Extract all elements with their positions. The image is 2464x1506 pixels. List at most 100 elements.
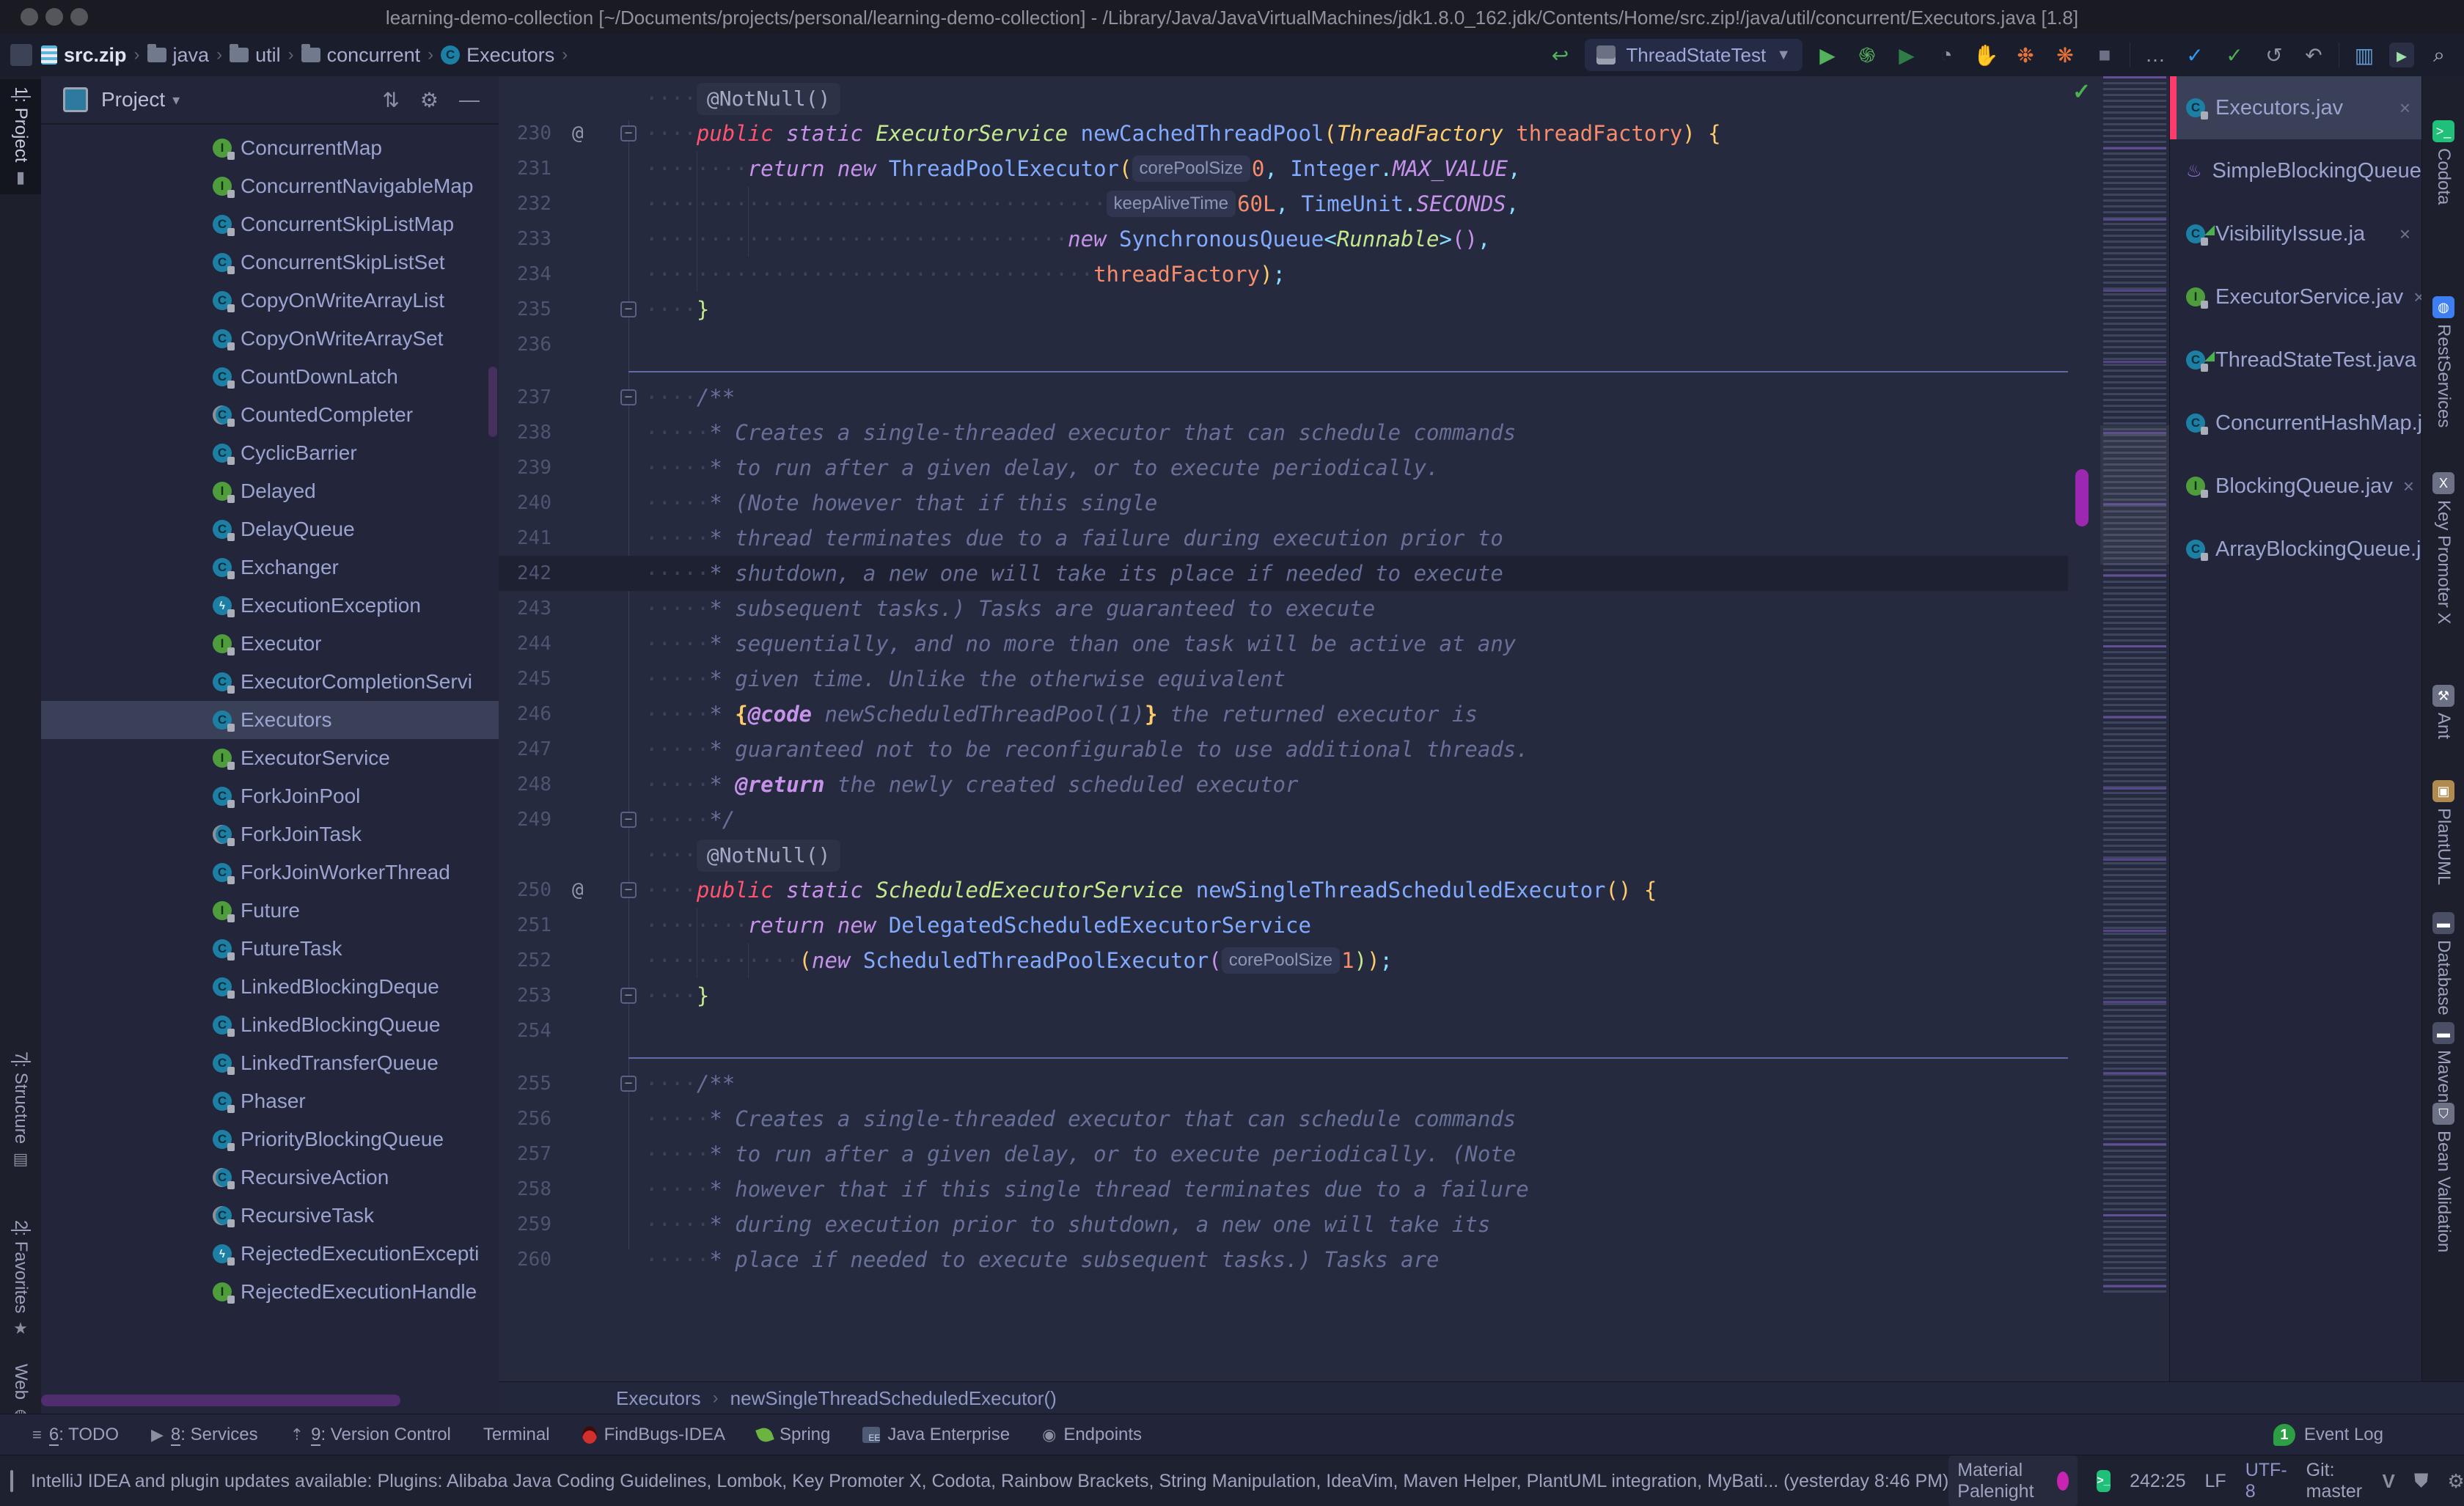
tree-item-CopyOnWriteArrayList[interactable]: C CopyOnWriteArrayList: [41, 282, 499, 320]
code-line-254[interactable]: 254: [499, 1013, 2068, 1048]
code-line-248[interactable]: 248 ·····* @return the newly created sche…: [499, 767, 2068, 802]
fold-open-icon[interactable]: −: [620, 125, 637, 142]
tree-item-RecursiveAction[interactable]: C RecursiveAction: [41, 1158, 499, 1197]
code-line-233[interactable]: 233 ·································new …: [499, 221, 2068, 257]
toolwindow-button-services[interactable]: ▶ 8: Services: [151, 1425, 258, 1446]
fold-close-icon[interactable]: −: [620, 301, 637, 317]
git-branch[interactable]: Git: master: [2306, 1460, 2364, 1502]
project-horizontal-scrollbar[interactable]: [41, 1395, 400, 1406]
tree-item-ConcurrentMap[interactable]: I ConcurrentMap: [41, 129, 499, 167]
tree-item-ForkJoinTask[interactable]: C ForkJoinTask: [41, 815, 499, 853]
tree-item-LinkedTransferQueue[interactable]: C LinkedTransferQueue: [41, 1044, 499, 1082]
more-icon[interactable]: …: [2141, 40, 2170, 70]
code-line-238[interactable]: 238 ·····* Creates a single-threaded exec…: [499, 415, 2068, 450]
codota-icon[interactable]: >_: [2096, 1470, 2111, 1492]
tree-item-LinkedBlockingDeque[interactable]: C LinkedBlockingDeque: [41, 968, 499, 1006]
close-icon[interactable]: ×: [2399, 97, 2410, 120]
project-vertical-scrollbar[interactable]: [488, 367, 497, 437]
tree-item-DelayQueue[interactable]: C DelayQueue: [41, 510, 499, 548]
toolwindow-button-findbugsidea[interactable]: FindBugs-IDEA: [582, 1425, 725, 1445]
fold-close-icon[interactable]: −: [620, 812, 637, 828]
code-line-232[interactable]: 232 ···································· k…: [499, 186, 2068, 221]
code-line-231[interactable]: 231 ········return new ThreadPoolExecutor…: [499, 151, 2068, 186]
code-line-258[interactable]: 258 ·····* however that if this single th…: [499, 1172, 2068, 1207]
open-file-ExecutorService.jav[interactable]: I ExecutorService.jav ×: [2170, 265, 2424, 328]
tree-item-CountedCompleter[interactable]: C CountedCompleter: [41, 396, 499, 434]
rollback-icon[interactable]: ↶: [2299, 40, 2328, 70]
code-line-247[interactable]: 247 ·····* guaranteed not to be reconfigu…: [499, 732, 2068, 767]
theme-widget[interactable]: Material Palenight: [1948, 1455, 2078, 1506]
ideavim-icon[interactable]: V: [2383, 1470, 2395, 1493]
code-line-251[interactable]: 251 ········return new DelegatedScheduled…: [499, 908, 2068, 943]
stripe-item-keypromoterx[interactable]: X Key Promoter X: [2422, 472, 2464, 624]
code-line-230[interactable]: 230 @ − ····public static ExecutorService n…: [499, 116, 2068, 151]
stop-icon[interactable]: ■: [2090, 40, 2119, 70]
tree-item-RejectedExecutionHandle[interactable]: I RejectedExecutionHandle: [41, 1273, 499, 1311]
code-line-237[interactable]: 237 − ····/**: [499, 380, 2068, 415]
editor-scrollbar-column[interactable]: ✓: [2068, 76, 2100, 1381]
code-line-253[interactable]: 253 − ····}: [499, 978, 2068, 1013]
debug-icon[interactable]: ֍: [1852, 40, 1882, 70]
open-file-ConcurrentHashMap.jav[interactable]: CConcurrentHashMap.jav×: [2170, 392, 2464, 455]
annotation-line[interactable]: ···· @NotNull(): [499, 81, 2068, 116]
code-line-243[interactable]: 243 ·····* subsequent tasks.) Tasks are g…: [499, 591, 2068, 626]
close-icon[interactable]: ×: [2399, 223, 2410, 246]
tree-item-Future[interactable]: I Future: [41, 892, 499, 930]
toolwindow-button-javaenterprise[interactable]: EE Java Enterprise: [862, 1425, 1010, 1445]
fold-close-icon[interactable]: −: [620, 988, 637, 1004]
fold-open-icon[interactable]: −: [620, 882, 637, 898]
tree-item-LinkedBlockingQueue[interactable]: C LinkedBlockingQueue: [41, 1006, 499, 1044]
tree-item-ConcurrentNavigableMap[interactable]: I ConcurrentNavigableMap: [41, 167, 499, 205]
tree-item-Executors[interactable]: C Executors: [41, 701, 499, 739]
stripe-item-codota[interactable]: >_ Codota: [2422, 120, 2464, 205]
run-coverage-icon[interactable]: ▶: [1892, 40, 1921, 70]
tree-item-CopyOnWriteArraySet[interactable]: C CopyOnWriteArraySet: [41, 320, 499, 358]
toolwindow-button-spring[interactable]: Spring: [755, 1425, 830, 1445]
code-line-257[interactable]: 257 ·····* to run after a given delay, or…: [499, 1136, 2068, 1172]
open-file-ThreadStateTest.java[interactable]: CThreadStateTest.java×: [2170, 328, 2438, 392]
toolwindow-button-todo[interactable]: ≡ 6: TODO: [32, 1425, 119, 1446]
chevron-down-icon[interactable]: ▾: [172, 91, 180, 109]
code-line-246[interactable]: 246 ·····* {@code newScheduledThreadPool(…: [499, 697, 2068, 732]
inspections-ok-icon[interactable]: ✓: [2072, 79, 2091, 105]
hide-panel-icon[interactable]: —: [459, 88, 480, 111]
annotation-gutter-icon[interactable]: @: [572, 873, 584, 908]
tool-window-bars-icon[interactable]: [10, 44, 32, 66]
open-file-ArrayBlockingQueue.jav[interactable]: CArrayBlockingQueue.jav×: [2170, 518, 2464, 581]
code-line-244[interactable]: 244 ·····* sequentially, and no more than…: [499, 626, 2068, 661]
project-panel-title[interactable]: Project: [101, 88, 165, 111]
tree-item-Exchanger[interactable]: C Exchanger: [41, 548, 499, 587]
history-icon[interactable]: ↺: [2259, 40, 2289, 70]
code-line-240[interactable]: 240 ·····* (Note however that if this sin…: [499, 485, 2068, 521]
editor-breadcrumb-item[interactable]: newSingleThreadScheduledExecutor(): [730, 1387, 1057, 1410]
close-icon[interactable]: ×: [2403, 475, 2414, 498]
stripe-item-favorites[interactable]: 2: Favorites ★: [0, 1220, 41, 1338]
line-separator[interactable]: LF: [2205, 1471, 2226, 1492]
code-line-235[interactable]: 235 − ····}: [499, 292, 2068, 327]
code-line-249[interactable]: 249 − ·····*/: [499, 802, 2068, 837]
gear-badge-icon[interactable]: ⚙: [2447, 1470, 2464, 1493]
caret-position[interactable]: 242:25: [2130, 1471, 2185, 1492]
event-log-button[interactable]: 1 Event Log: [2273, 1424, 2383, 1446]
breadcrumb-item-src.zip[interactable]: src.zip: [41, 44, 127, 67]
breadcrumb-item-Executors[interactable]: C Executors: [441, 44, 554, 67]
stripe-item-database[interactable]: ▬ Database: [2422, 912, 2464, 1015]
toolwindow-button-versioncontrol[interactable]: ⇡ 9: Version Control: [290, 1425, 451, 1446]
breadcrumb-item-java[interactable]: java: [147, 44, 209, 67]
layout-icon[interactable]: ▥: [2350, 40, 2379, 70]
code-line-252[interactable]: 252 ············(new ScheduledThreadPoolE…: [499, 943, 2068, 978]
stripe-item-structure[interactable]: 7: Structure ▤: [0, 1051, 41, 1169]
open-file-Executors.jav[interactable]: C Executors.jav ×: [2170, 76, 2422, 139]
run-configuration-selector[interactable]: ThreadStateTest ▼: [1585, 39, 1803, 71]
tree-item-FutureTask[interactable]: C FutureTask: [41, 930, 499, 968]
tree-item-ConcurrentSkipListSet[interactable]: C ConcurrentSkipListSet: [41, 243, 499, 282]
tree-item-PriorityBlockingQueue[interactable]: C PriorityBlockingQueue: [41, 1120, 499, 1158]
toggle-toolwindows-icon[interactable]: [10, 1470, 13, 1492]
settings-icon[interactable]: ⚙: [420, 88, 439, 112]
code-editor[interactable]: ···· @NotNull() 230 @ − ····public static Exe…: [499, 76, 2068, 1381]
tree-item-ExecutorService[interactable]: I ExecutorService: [41, 739, 499, 777]
open-file-BlockingQueue.jav[interactable]: I BlockingQueue.jav ×: [2170, 455, 2422, 518]
breadcrumb-item-concurrent[interactable]: concurrent: [301, 44, 420, 67]
code-line-239[interactable]: 239 ·····* to run after a given delay, or…: [499, 450, 2068, 485]
stripe-item-beanvalidation[interactable]: ⛉ Bean Validation: [2422, 1103, 2464, 1252]
